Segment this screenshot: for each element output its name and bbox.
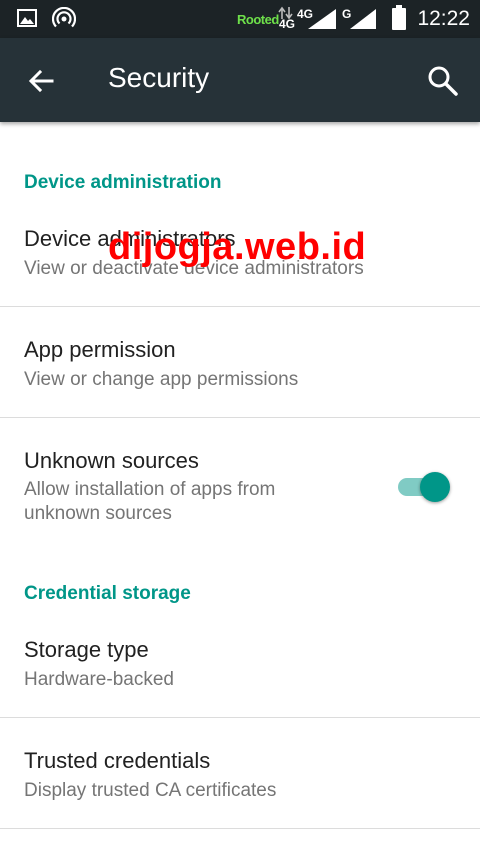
pref-summary: Allow installation of apps from unknown … — [24, 479, 276, 524]
status-bar: Rooted 4G 4G G 12:22 — [0, 0, 480, 38]
search-icon[interactable] — [426, 64, 460, 98]
pref-title: Trusted credentials — [24, 748, 211, 773]
pref-summary: Hardware-backed — [24, 669, 174, 690]
divider — [0, 306, 480, 307]
arrow-back-icon[interactable] — [24, 64, 58, 98]
divider — [0, 417, 480, 418]
rooted-label: Rooted — [237, 12, 279, 27]
image-icon — [17, 9, 37, 27]
pref-unknown-sources[interactable]: Unknown sources Allow installation of ap… — [0, 434, 480, 544]
pref-title: App permission — [24, 337, 176, 362]
toggle-thumb — [420, 472, 450, 502]
battery-icon — [392, 5, 406, 30]
pref-trusted-credentials[interactable]: Trusted credentials Display trusted CA c… — [0, 734, 480, 828]
signal-4g-icon — [308, 9, 336, 29]
pref-app-permission[interactable]: App permission View or change app permis… — [0, 323, 480, 417]
pref-title: Storage type — [24, 637, 149, 662]
unknown-sources-toggle[interactable] — [396, 468, 452, 502]
pref-title: Unknown sources — [24, 448, 199, 473]
pref-summary: Display trusted CA certificates — [24, 780, 277, 801]
divider — [0, 717, 480, 718]
network-4g-small-label: 4G — [279, 17, 296, 31]
watermark-text: dijogja.web.id — [108, 226, 367, 268]
toolbar: Security — [0, 38, 480, 122]
hotspot-icon — [52, 7, 76, 28]
pref-summary: View or change app permissions — [24, 369, 299, 390]
divider — [0, 828, 480, 829]
section-header-credential-storage: Credential storage — [24, 583, 191, 604]
section-header-device-administration: Device administration — [24, 172, 222, 193]
status-time: 12:22 — [417, 7, 470, 30]
pref-storage-type[interactable]: Storage type Hardware-backed — [0, 623, 480, 717]
signal-g-icon — [350, 9, 376, 29]
page-title: Security — [108, 62, 210, 93]
